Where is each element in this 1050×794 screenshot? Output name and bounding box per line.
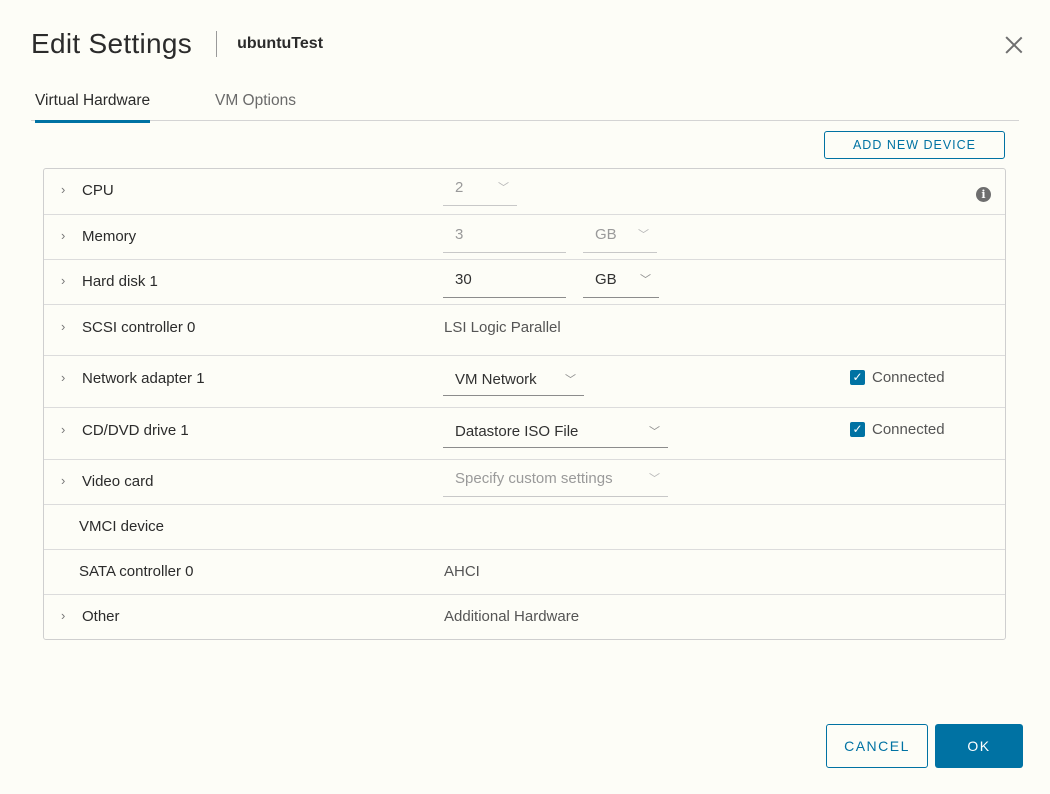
hardware-row-cpu: › CPU 2 ﹀ i xyxy=(44,169,1005,215)
expand-chevron-icon[interactable]: › xyxy=(61,370,65,385)
hard-disk-size-value: 30 xyxy=(455,271,472,288)
tab-virtual-hardware[interactable]: Virtual Hardware xyxy=(35,92,151,123)
hardware-row-vmci: VMCI device xyxy=(44,504,1005,550)
other-value: Additional Hardware xyxy=(444,608,580,625)
hard-disk-unit: GB xyxy=(595,271,617,288)
title-divider xyxy=(216,31,218,57)
dialog-header: Edit Settings ubuntuTest xyxy=(31,26,323,62)
video-card-select[interactable]: Specify custom settings ﹀ xyxy=(443,470,668,497)
chevron-down-icon: ﹀ xyxy=(649,473,660,485)
network-adapter-label: Network adapter 1 xyxy=(82,370,205,387)
hardware-row-memory: › Memory 3 GB ﹀ xyxy=(44,214,1005,260)
cpu-count-value: 2 xyxy=(455,179,464,196)
memory-input[interactable]: 3 xyxy=(443,226,566,253)
expand-chevron-icon[interactable]: › xyxy=(61,473,65,488)
chevron-down-icon: ﹀ xyxy=(649,426,660,438)
close-icon[interactable] xyxy=(1003,34,1025,56)
hardware-row-network-adapter: › Network adapter 1 VM Network ﹀ ✓ Conne… xyxy=(44,355,1005,408)
network-select[interactable]: VM Network ﹀ xyxy=(443,369,584,396)
sata-value: AHCI xyxy=(444,563,480,580)
info-icon[interactable]: i xyxy=(976,187,991,202)
memory-unit: GB xyxy=(595,226,617,243)
expand-chevron-icon[interactable]: › xyxy=(61,182,65,197)
cd-dvd-value: Datastore ISO File xyxy=(455,423,579,440)
hardware-row-other: › Other Additional Hardware xyxy=(44,594,1005,639)
tab-bar: Virtual Hardware VM Options xyxy=(31,86,1019,123)
expand-chevron-icon[interactable]: › xyxy=(61,273,65,288)
cpu-count-select[interactable]: 2 ﹀ xyxy=(443,179,517,206)
chevron-down-icon: ﹀ xyxy=(638,229,649,241)
hardware-row-cd-dvd: › CD/DVD drive 1 Datastore ISO File ﹀ ✓ … xyxy=(44,407,1005,460)
ok-button[interactable]: OK xyxy=(935,724,1023,768)
memory-unit-select[interactable]: GB ﹀ xyxy=(583,226,657,253)
other-label: Other xyxy=(82,608,120,625)
memory-label: Memory xyxy=(82,228,137,245)
add-new-device-button[interactable]: ADD NEW DEVICE xyxy=(824,131,1005,159)
cd-dvd-label: CD/DVD drive 1 xyxy=(82,422,189,439)
network-connected-label: Connected xyxy=(872,369,945,386)
sata-label: SATA controller 0 xyxy=(79,563,194,580)
cpu-label: CPU xyxy=(82,182,114,199)
hard-disk-size-input[interactable]: 30 xyxy=(443,271,566,298)
chevron-down-icon: ﹀ xyxy=(498,182,509,194)
hardware-row-scsi: › SCSI controller 0 LSI Logic Parallel xyxy=(44,304,1005,356)
chevron-down-icon: ﹀ xyxy=(640,274,651,286)
scsi-value: LSI Logic Parallel xyxy=(444,319,561,336)
hardware-row-video-card: › Video card Specify custom settings ﹀ xyxy=(44,459,1005,505)
vmci-label: VMCI device xyxy=(79,518,165,535)
network-connected-checkbox[interactable]: ✓ xyxy=(850,370,865,385)
chevron-down-icon: ﹀ xyxy=(565,374,576,386)
dialog-title: Edit Settings xyxy=(31,28,193,59)
expand-chevron-icon[interactable]: › xyxy=(61,319,65,334)
video-card-label: Video card xyxy=(82,473,154,490)
hardware-table: › CPU 2 ﹀ i › Memory 3 GB ﹀ › Hard disk … xyxy=(43,168,1006,640)
hard-disk-unit-select[interactable]: GB ﹀ xyxy=(583,271,659,298)
expand-chevron-icon[interactable]: › xyxy=(61,228,65,243)
hardware-row-hard-disk: › Hard disk 1 30 GB ﹀ xyxy=(44,259,1005,305)
hard-disk-label: Hard disk 1 xyxy=(82,273,158,290)
expand-chevron-icon[interactable]: › xyxy=(61,608,65,623)
network-value: VM Network xyxy=(455,371,537,388)
cd-dvd-connected-label: Connected xyxy=(872,421,945,438)
vm-name: ubuntuTest xyxy=(237,35,324,52)
video-card-value: Specify custom settings xyxy=(455,470,613,487)
tab-vm-options[interactable]: VM Options xyxy=(215,92,296,120)
cd-dvd-select[interactable]: Datastore ISO File ﹀ xyxy=(443,421,668,448)
memory-value: 3 xyxy=(455,226,464,243)
cd-dvd-connected-checkbox[interactable]: ✓ xyxy=(850,422,865,437)
expand-chevron-icon[interactable]: › xyxy=(61,422,65,437)
cancel-button[interactable]: CANCEL xyxy=(826,724,928,768)
scsi-label: SCSI controller 0 xyxy=(82,319,196,336)
hardware-row-sata: SATA controller 0 AHCI xyxy=(44,549,1005,595)
